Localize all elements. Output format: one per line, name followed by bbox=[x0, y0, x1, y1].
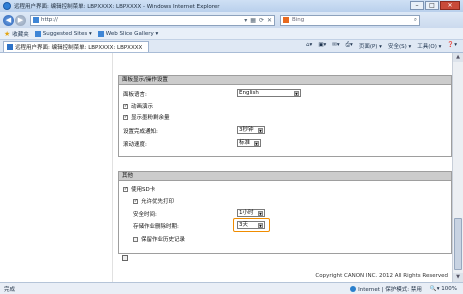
safety-menu[interactable]: 安全(S) ▾ bbox=[388, 42, 411, 50]
search-placeholder: Bing bbox=[292, 17, 305, 23]
chevron-down-icon: ▼ bbox=[258, 211, 263, 216]
site-icon bbox=[97, 30, 104, 37]
copyright-text: Copyright CANON INC. 2012 All Rights Res… bbox=[315, 273, 448, 279]
tab-icon bbox=[7, 43, 13, 50]
page-icon bbox=[33, 17, 39, 23]
window-title: 远程用户界面: 编辑控制菜单: LBPXXXX: LBPXXXX - Windo… bbox=[14, 4, 220, 10]
chevron-down-icon: ▼ bbox=[258, 223, 263, 228]
sd-card-row: ✓ 使用SD卡 bbox=[123, 186, 156, 193]
minimize-button[interactable]: – bbox=[410, 1, 424, 10]
notify-row: 设置完成通知: bbox=[123, 129, 158, 135]
scroll-down-icon[interactable]: ▼ bbox=[453, 273, 463, 282]
security-time-row: 安全时间: bbox=[133, 212, 157, 218]
status-right: Internet | 保护模式: 禁用 🔍▾ 100% bbox=[350, 285, 463, 293]
sd-card-checkbox[interactable]: ✓ bbox=[123, 186, 128, 192]
panel-title: 面板显示/操作设置 bbox=[119, 76, 451, 85]
address-controls: ▾ ▦ ⟳ ✕ bbox=[244, 17, 274, 24]
back-button[interactable]: ◀ bbox=[3, 14, 14, 26]
toner-remaining-row: ✓ 显示墨粉剩余量 bbox=[123, 114, 170, 121]
animation-row: ✓ 动画演示 bbox=[123, 103, 154, 110]
search-icon[interactable]: ⌕ bbox=[414, 17, 419, 24]
main-content: 面板显示/操作设置 面板语言: English ▼ ✓ 动画演示 ✓ 显示墨粉剩… bbox=[118, 53, 452, 282]
scroll-thumb[interactable] bbox=[454, 218, 462, 270]
ie-icon bbox=[3, 2, 11, 10]
toner-checkbox[interactable]: ✓ bbox=[123, 114, 128, 120]
compat-icon[interactable]: ▦ bbox=[250, 17, 256, 24]
left-navigation bbox=[0, 53, 113, 282]
vertical-scrollbar[interactable]: ▲ ▼ bbox=[452, 53, 463, 282]
search-box[interactable]: Bing ⌕ bbox=[280, 14, 420, 26]
panel-display-settings: 面板显示/操作设置 面板语言: English ▼ ✓ 动画演示 ✓ 显示墨粉剩… bbox=[118, 75, 452, 157]
print-icon[interactable]: ⎙▾ bbox=[346, 42, 353, 50]
home-icon[interactable]: ⌂▾ bbox=[306, 42, 312, 50]
tab-row: 远程用户界面: 编辑控制菜单: LBPXXXX: LBPXXXX ⌂▾ ▣▾ ✉… bbox=[0, 40, 463, 53]
language-row: 面板语言: bbox=[123, 92, 147, 98]
suggested-sites-link[interactable]: Suggested Sites ▾ bbox=[34, 30, 92, 37]
job-history-row: 保留作业历史记录 bbox=[133, 235, 185, 243]
notify-select[interactable]: 3秒钟 ▼ bbox=[237, 126, 265, 134]
favorites-button[interactable]: ★ 收藏夹 bbox=[4, 30, 29, 38]
chevron-down-icon: ▼ bbox=[258, 128, 263, 133]
job-history-checkbox[interactable] bbox=[133, 236, 138, 242]
store-period-select[interactable]: 3天 ▼ bbox=[237, 221, 265, 229]
forward-button[interactable]: ▶ bbox=[15, 14, 26, 26]
status-bar: 完成 Internet | 保护模式: 禁用 🔍▾ 100% bbox=[0, 282, 463, 294]
zone-indicator[interactable]: Internet | 保护模式: 禁用 bbox=[350, 285, 422, 293]
feeds-icon[interactable]: ▣▾ bbox=[318, 42, 326, 50]
help-menu[interactable]: ❓▾ bbox=[447, 42, 457, 50]
zoom-level[interactable]: 🔍▾ 100% bbox=[430, 286, 457, 292]
language-select[interactable]: English ▼ bbox=[237, 89, 301, 97]
stop-icon[interactable]: ✕ bbox=[267, 17, 272, 24]
site-icon bbox=[34, 30, 41, 37]
status-text: 完成 bbox=[4, 286, 16, 293]
mail-icon[interactable]: ✉▾ bbox=[332, 42, 339, 50]
tab-current[interactable]: 远程用户界面: 编辑控制菜单: LBPXXXX: LBPXXXX bbox=[3, 40, 150, 52]
store-period-row: 存储作业删除时期: bbox=[133, 224, 179, 230]
address-row: ◀ ▶ http:// ▾ ▦ ⟳ ✕ Bing ⌕ bbox=[0, 12, 463, 28]
page-menu[interactable]: 页面(P) ▾ bbox=[359, 42, 382, 50]
bing-icon bbox=[283, 17, 289, 23]
scroll-speed-row: 滚动速度: bbox=[123, 142, 147, 148]
tools-menu[interactable]: 工具(O) ▾ bbox=[417, 42, 441, 50]
close-button[interactable]: ✕ bbox=[440, 1, 460, 10]
page-viewport: 面板显示/操作设置 面板语言: English ▼ ✓ 动画演示 ✓ 显示墨粉剩… bbox=[0, 53, 452, 282]
maximize-button[interactable]: □ bbox=[425, 1, 439, 10]
window-controls: – □ ✕ bbox=[410, 1, 460, 10]
globe-icon bbox=[350, 286, 357, 292]
allow-print-row: ✓ 允许优先打印 bbox=[133, 198, 175, 205]
allow-print-checkbox[interactable]: ✓ bbox=[133, 198, 138, 204]
panel-title: 其他 bbox=[119, 172, 451, 181]
zoom-icon: 🔍▾ bbox=[429, 285, 442, 292]
favorites-bar: ★ 收藏夹 Suggested Sites ▾ Web Slice Galler… bbox=[0, 28, 463, 40]
security-time-select[interactable]: 1小时 ▼ bbox=[237, 209, 265, 217]
refresh-icon[interactable]: ⟳ bbox=[259, 17, 264, 24]
scroll-up-icon[interactable]: ▲ bbox=[453, 53, 463, 62]
scroll-speed-select[interactable]: 标准 ▼ bbox=[237, 139, 261, 147]
chevron-down-icon: ▼ bbox=[254, 141, 259, 146]
address-bar[interactable]: http:// ▾ ▦ ⟳ ✕ bbox=[30, 14, 275, 26]
panel-other-settings: 其他 ✓ 使用SD卡 ✓ 允许优先打印 安全时间: 1小时 ▼ 存储作业删除时期… bbox=[118, 171, 452, 254]
chevron-down-icon: ▼ bbox=[294, 91, 299, 96]
page-top-icon[interactable] bbox=[122, 255, 128, 261]
star-icon: ★ bbox=[4, 29, 11, 38]
web-slice-gallery-link[interactable]: Web Slice Gallery ▾ bbox=[97, 30, 158, 37]
dropdown-icon[interactable]: ▾ bbox=[244, 17, 247, 24]
title-bar: 远程用户界面: 编辑控制菜单: LBPXXXX: LBPXXXX - Windo… bbox=[0, 0, 463, 12]
animation-checkbox[interactable]: ✓ bbox=[123, 103, 128, 109]
command-bar: ⌂▾ ▣▾ ✉▾ ⎙▾ 页面(P) ▾ 安全(S) ▾ 工具(O) ▾ ❓▾ bbox=[306, 42, 463, 50]
url-text: http:// bbox=[41, 17, 58, 23]
